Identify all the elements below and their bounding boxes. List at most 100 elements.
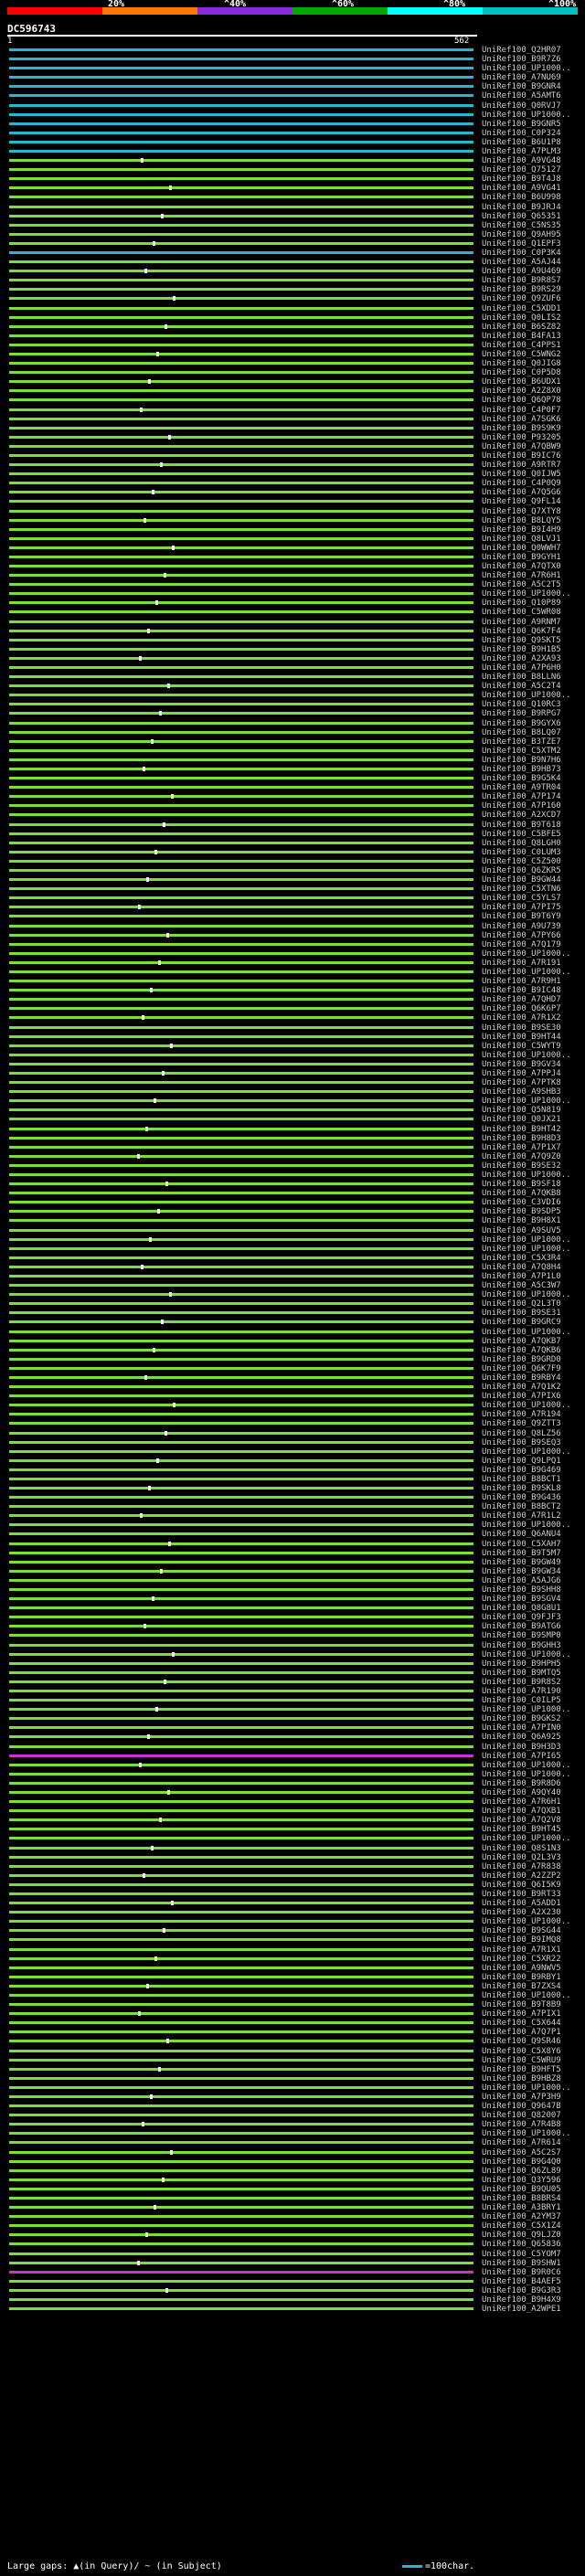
hit-label[interactable]: UniRef100_Q6ANU4 bbox=[482, 1530, 561, 1539]
hit-alignment-bar[interactable] bbox=[9, 196, 473, 198]
hit-label[interactable]: UniRef100_A9U469 bbox=[482, 267, 561, 276]
hit-alignment-bar[interactable] bbox=[9, 1726, 473, 1729]
hit-alignment-bar[interactable] bbox=[9, 2077, 473, 2080]
hit-alignment-bar[interactable] bbox=[9, 1948, 473, 1951]
hit-alignment-bar[interactable] bbox=[9, 1532, 473, 1535]
hit-label[interactable]: UniRef100_B4FA13 bbox=[482, 332, 561, 341]
hit-alignment-bar[interactable] bbox=[9, 463, 473, 466]
hit-label[interactable]: UniRef100_B9H1B5 bbox=[482, 645, 561, 654]
hit-alignment-bar[interactable] bbox=[9, 2298, 473, 2301]
hit-alignment-bar[interactable] bbox=[9, 1478, 473, 1480]
hit-alignment-bar[interactable] bbox=[9, 740, 473, 743]
hit-label[interactable]: UniRef100_A5C2T4 bbox=[482, 682, 561, 691]
hit-alignment-bar[interactable] bbox=[9, 104, 473, 107]
hit-label[interactable]: UniRef100_Q2L3V3 bbox=[482, 1853, 561, 1862]
hit-alignment-bar[interactable] bbox=[9, 1118, 473, 1120]
hit-label[interactable]: UniRef100_Q6QP78 bbox=[482, 396, 561, 405]
hit-label[interactable]: UniRef100_A9SHB3 bbox=[482, 1087, 561, 1097]
hit-alignment-bar[interactable] bbox=[9, 251, 473, 254]
hit-alignment-bar[interactable] bbox=[9, 2307, 473, 2310]
hit-alignment-bar[interactable] bbox=[9, 1349, 473, 1352]
hit-label[interactable]: UniRef100_B9SGV4 bbox=[482, 1595, 561, 1604]
hit-alignment-bar[interactable] bbox=[9, 1108, 473, 1111]
hit-alignment-bar[interactable] bbox=[9, 1367, 473, 1370]
hit-label[interactable]: UniRef100_B9HBZ8 bbox=[482, 2074, 561, 2083]
hit-label[interactable]: UniRef100_B8BRS4 bbox=[482, 2194, 561, 2203]
hit-alignment-bar[interactable] bbox=[9, 2215, 473, 2218]
hit-label[interactable]: UniRef100_UP1000.. bbox=[482, 111, 571, 120]
hit-label[interactable]: UniRef100_A7R190 bbox=[482, 1687, 561, 1696]
hit-alignment-bar[interactable] bbox=[9, 896, 473, 899]
hit-label[interactable]: UniRef100_UP1000.. bbox=[482, 2083, 571, 2093]
hit-alignment-bar[interactable] bbox=[9, 389, 473, 392]
hit-label[interactable]: UniRef100_A9U739 bbox=[482, 922, 561, 931]
hit-alignment-bar[interactable] bbox=[9, 630, 473, 632]
hit-alignment-bar[interactable] bbox=[9, 961, 473, 964]
hit-label[interactable]: UniRef100_Q6ZL89 bbox=[482, 2167, 561, 2176]
hit-label[interactable]: UniRef100_Q7XTY8 bbox=[482, 507, 561, 516]
hit-label[interactable]: UniRef100_C0P3K4 bbox=[482, 249, 561, 258]
hit-label[interactable]: UniRef100_C0P324 bbox=[482, 129, 561, 138]
hit-alignment-bar[interactable] bbox=[9, 1735, 473, 1738]
hit-label[interactable]: UniRef100_Q9LPQ1 bbox=[482, 1457, 561, 1466]
hit-alignment-bar[interactable] bbox=[9, 1570, 473, 1573]
hit-alignment-bar[interactable] bbox=[9, 2197, 473, 2200]
hit-label[interactable]: UniRef100_UP1000.. bbox=[482, 1235, 571, 1245]
hit-label[interactable]: UniRef100_B9T618 bbox=[482, 821, 561, 830]
hit-alignment-bar[interactable] bbox=[9, 1302, 473, 1305]
hit-label[interactable]: UniRef100_A7PY66 bbox=[482, 931, 561, 940]
hit-alignment-bar[interactable] bbox=[9, 2003, 473, 2006]
hit-label[interactable]: UniRef100_C4P0F7 bbox=[482, 406, 561, 415]
hit-alignment-bar[interactable] bbox=[9, 1662, 473, 1665]
hit-alignment-bar[interactable] bbox=[9, 1441, 473, 1444]
hit-alignment-bar[interactable] bbox=[9, 1957, 473, 1960]
hit-alignment-bar[interactable] bbox=[9, 1284, 473, 1287]
hit-alignment-bar[interactable] bbox=[9, 1256, 473, 1259]
hit-label[interactable]: UniRef100_B6SZ82 bbox=[482, 323, 561, 332]
hit-label[interactable]: UniRef100_Q6K6P7 bbox=[482, 1004, 561, 1013]
hit-label[interactable]: UniRef100_A7PTK8 bbox=[482, 1078, 561, 1087]
hit-alignment-bar[interactable] bbox=[9, 823, 473, 826]
hit-label[interactable]: UniRef100_B9HT42 bbox=[482, 1125, 561, 1134]
hit-label[interactable]: UniRef100_B9G436 bbox=[482, 1493, 561, 1502]
hit-alignment-bar[interactable] bbox=[9, 2141, 473, 2144]
hit-label[interactable]: UniRef100_A7P160 bbox=[482, 801, 561, 811]
hit-alignment-bar[interactable] bbox=[9, 1432, 473, 1435]
hit-alignment-bar[interactable] bbox=[9, 1561, 473, 1564]
hit-alignment-bar[interactable] bbox=[9, 297, 473, 300]
hit-alignment-bar[interactable] bbox=[9, 712, 473, 715]
hit-alignment-bar[interactable] bbox=[9, 1966, 473, 1969]
hit-label[interactable]: UniRef100_A9VG41 bbox=[482, 184, 561, 193]
hit-alignment-bar[interactable] bbox=[9, 1791, 473, 1794]
hit-label[interactable]: UniRef100_UP1000.. bbox=[482, 1051, 571, 1060]
hit-alignment-bar[interactable] bbox=[9, 1523, 473, 1526]
hit-alignment-bar[interactable] bbox=[9, 1422, 473, 1425]
hit-alignment-bar[interactable] bbox=[9, 1680, 473, 1683]
hit-alignment-bar[interactable] bbox=[9, 684, 473, 687]
hit-alignment-bar[interactable] bbox=[9, 482, 473, 484]
hit-label[interactable]: UniRef100_A7PIX6 bbox=[482, 1392, 561, 1401]
hit-label[interactable]: UniRef100_A7PI65 bbox=[482, 1752, 561, 1761]
hit-alignment-bar[interactable] bbox=[9, 1468, 473, 1471]
hit-label[interactable]: UniRef100_B9N7H6 bbox=[482, 756, 561, 765]
hit-alignment-bar[interactable] bbox=[9, 224, 473, 227]
hit-label[interactable]: UniRef100_B9R8D6 bbox=[482, 1779, 561, 1788]
hit-label[interactable]: UniRef100_C5X8Y6 bbox=[482, 2047, 561, 2056]
hit-label[interactable]: UniRef100_A7R4B8 bbox=[482, 2120, 561, 2129]
hit-alignment-bar[interactable] bbox=[9, 583, 473, 586]
hit-alignment-bar[interactable] bbox=[9, 491, 473, 493]
hit-label[interactable]: UniRef100_Q9LJZ0 bbox=[482, 2231, 561, 2240]
hit-alignment-bar[interactable] bbox=[9, 141, 473, 143]
hit-alignment-bar[interactable] bbox=[9, 2224, 473, 2227]
hit-alignment-bar[interactable] bbox=[9, 344, 473, 346]
hit-alignment-bar[interactable] bbox=[9, 94, 473, 97]
hit-alignment-bar[interactable] bbox=[9, 1818, 473, 1821]
hit-alignment-bar[interactable] bbox=[9, 694, 473, 696]
hit-alignment-bar[interactable] bbox=[9, 2206, 473, 2209]
hit-label[interactable]: UniRef100_B9G5K4 bbox=[482, 774, 561, 783]
hit-alignment-bar[interactable] bbox=[9, 418, 473, 420]
hit-alignment-bar[interactable] bbox=[9, 445, 473, 448]
hit-label[interactable]: UniRef100_Q6K7F4 bbox=[482, 627, 561, 636]
hit-alignment-bar[interactable] bbox=[9, 1487, 473, 1489]
hit-label[interactable]: UniRef100_A7P1X7 bbox=[482, 1143, 561, 1152]
